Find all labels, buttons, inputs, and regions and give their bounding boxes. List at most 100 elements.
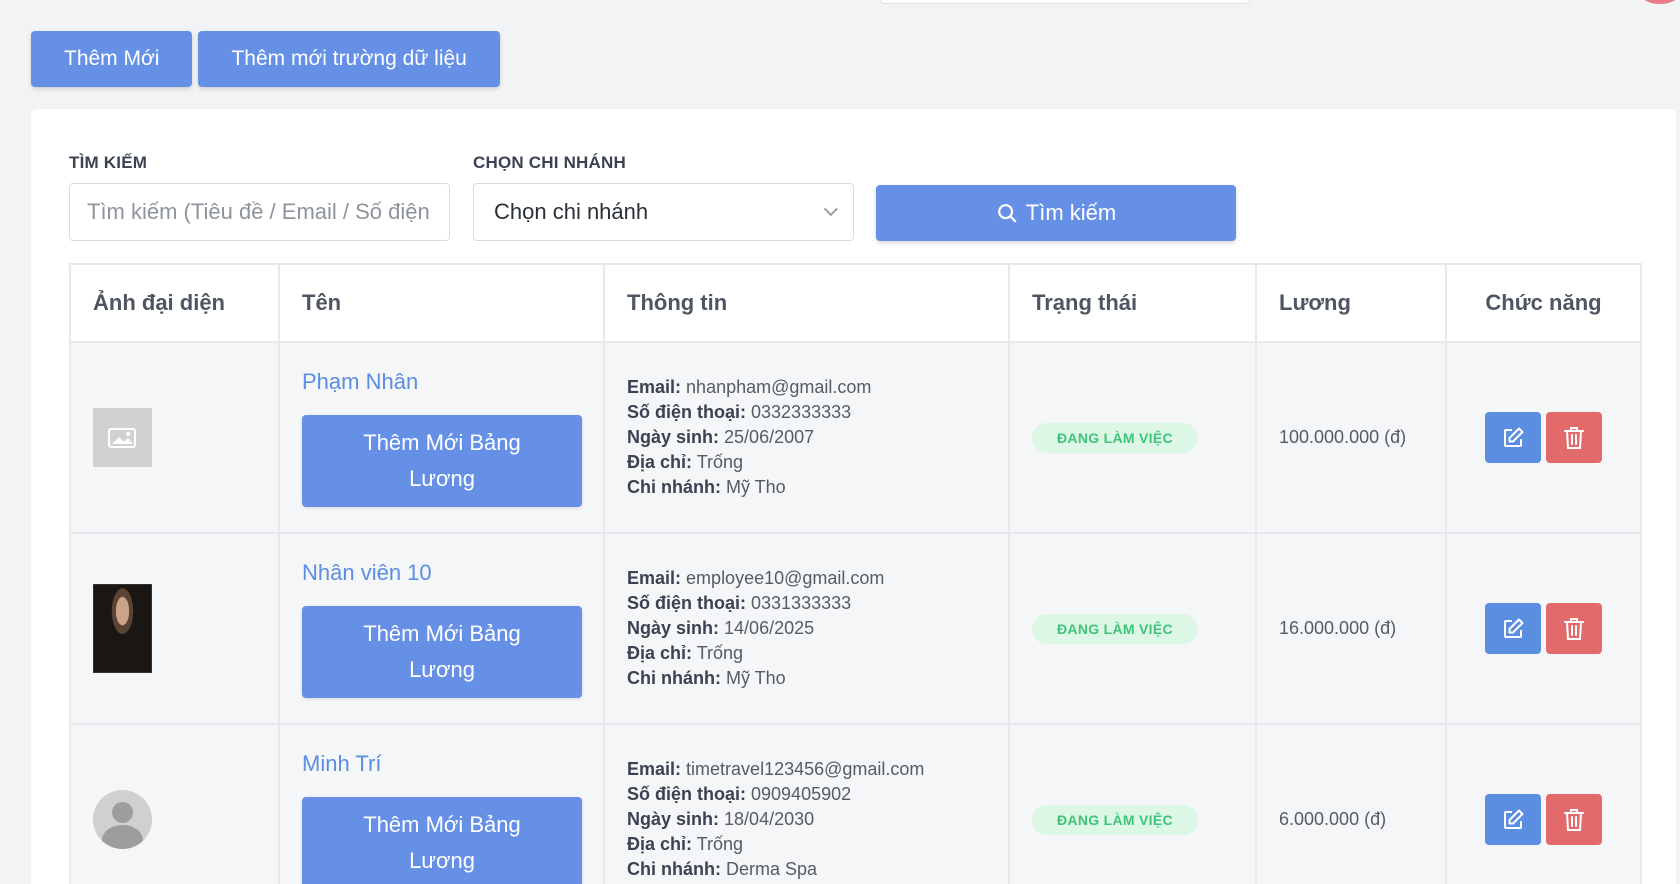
top-search-box[interactable] (880, 0, 1250, 4)
address-value: Trống (696, 452, 744, 472)
edit-button[interactable] (1485, 412, 1541, 463)
info-cell: Email: nhanpham@gmail.com Số điện thoại:… (603, 341, 1010, 534)
status-cell: ĐANG LÀM VIỆC (1008, 532, 1257, 725)
add-salary-button[interactable]: Thêm Mới Bảng Lương (302, 414, 582, 507)
add-field-button[interactable]: Thêm mới trường dữ liệu (198, 31, 500, 87)
name-cell: Phạm Nhân Thêm Mới Bảng Lương (278, 341, 605, 534)
chevron-down-icon (823, 202, 838, 217)
address-label: Địa chỉ: (627, 452, 693, 472)
status-badge: ĐANG LÀM VIỆC (1032, 613, 1198, 644)
delete-button[interactable] (1546, 412, 1602, 463)
search-label: TÌM KIẾM (69, 153, 148, 172)
branch-label: CHỌN CHI NHÁNH (473, 153, 626, 172)
top-actions: Thêm Mới Thêm mới trường dữ liệu (31, 31, 500, 87)
phone-label: Số điện thoại: (627, 593, 746, 613)
phone-value: 0909405902 (751, 784, 852, 804)
edit-icon (1504, 427, 1524, 447)
birthday-value: 25/06/2007 (724, 427, 815, 447)
salary-value: 16.000.000 (đ) (1279, 618, 1397, 638)
name-cell: Minh Trí Thêm Mới Bảng Lương (278, 723, 605, 884)
salary-value: 100.000.000 (đ) (1279, 427, 1407, 447)
search-input[interactable] (69, 183, 450, 241)
salary-cell: 16.000.000 (đ) (1255, 532, 1447, 725)
branch-label: Chi nhánh: (627, 477, 721, 497)
birthday-value: 14/06/2025 (724, 618, 815, 638)
edit-button[interactable] (1485, 794, 1541, 845)
birthday-label: Ngày sinh: (627, 618, 720, 638)
actions-cell (1445, 341, 1642, 534)
branch-label: Chi nhánh: (627, 859, 721, 879)
search-button[interactable]: Tìm kiếm (876, 185, 1236, 241)
birthday-value: 18/04/2030 (724, 809, 815, 829)
add-salary-button[interactable]: Thêm Mới Bảng Lương (302, 796, 582, 884)
phone-label: Số điện thoại: (627, 402, 746, 422)
phone-value: 0331333333 (751, 593, 852, 613)
employee-name-link[interactable]: Phạm Nhân (302, 369, 581, 395)
avatar-cell (69, 341, 280, 534)
user-avatar[interactable] (1640, 0, 1680, 4)
table-row: Minh Trí Thêm Mới Bảng Lương Email: time… (69, 723, 1642, 884)
phone-value: 0332333333 (751, 402, 852, 422)
email-label: Email: (627, 568, 682, 588)
search-button-label: Tìm kiếm (1025, 200, 1117, 225)
header-status: Trạng thái (1008, 263, 1257, 343)
salary-cell: 6.000.000 (đ) (1255, 723, 1447, 884)
header-avatar: Ảnh đại diện (69, 263, 280, 343)
info-cell: Email: employee10@gmail.com Số điện thoạ… (603, 532, 1010, 725)
branch-select[interactable]: Chọn chi nhánh (473, 183, 854, 241)
address-value: Trống (696, 834, 744, 854)
email-value: nhanpham@gmail.com (686, 377, 872, 397)
email-value: timetravel123456@gmail.com (686, 759, 925, 779)
delete-button[interactable] (1546, 794, 1602, 845)
status-cell: ĐANG LÀM VIỆC (1008, 723, 1257, 884)
name-cell: Nhân viên 10 Thêm Mới Bảng Lương (278, 532, 605, 725)
delete-button[interactable] (1546, 603, 1602, 654)
avatar-cell (69, 723, 280, 884)
email-value: employee10@gmail.com (686, 568, 885, 588)
actions-cell (1445, 723, 1642, 884)
avatar-cell (69, 532, 280, 725)
salary-value: 6.000.000 (đ) (1279, 809, 1387, 829)
table-header-row: Ảnh đại diện Tên Thông tin Trạng thái Lư… (69, 263, 1642, 343)
branch-select-value: Chọn chi nhánh (494, 199, 649, 224)
header-name: Tên (278, 263, 605, 343)
image-placeholder-icon (93, 408, 152, 467)
edit-icon (1504, 618, 1524, 638)
status-cell: ĐANG LÀM VIỆC (1008, 341, 1257, 534)
address-label: Địa chỉ: (627, 643, 693, 663)
search-icon (997, 204, 1017, 223)
add-salary-button[interactable]: Thêm Mới Bảng Lương (302, 605, 582, 698)
info-cell: Email: timetravel123456@gmail.com Số điệ… (603, 723, 1010, 884)
branch-label: Chi nhánh: (627, 668, 721, 688)
email-label: Email: (627, 759, 682, 779)
header-salary: Lương (1255, 263, 1447, 343)
employee-photo (93, 584, 152, 673)
image-icon (107, 427, 136, 448)
employee-name-link[interactable]: Minh Trí (302, 751, 581, 777)
address-value: Trống (696, 643, 744, 663)
edit-button[interactable] (1485, 603, 1541, 654)
branch-value: Derma Spa (726, 859, 818, 879)
trash-icon (1564, 617, 1584, 640)
phone-label: Số điện thoại: (627, 784, 746, 804)
actions-cell (1445, 532, 1642, 725)
email-label: Email: (627, 377, 682, 397)
staff-table: Ảnh đại diện Tên Thông tin Trạng thái Lư… (69, 263, 1642, 884)
trash-icon (1564, 808, 1584, 831)
edit-icon (1504, 809, 1524, 829)
salary-cell: 100.000.000 (đ) (1255, 341, 1447, 534)
address-label: Địa chỉ: (627, 834, 693, 854)
staff-card: TÌM KIẾM CHỌN CHI NHÁNH Chọn chi nhánh T… (31, 109, 1676, 884)
status-badge: ĐANG LÀM VIỆC (1032, 422, 1198, 453)
branch-value: Mỹ Tho (726, 477, 786, 497)
header-info: Thông tin (603, 263, 1010, 343)
branch-value: Mỹ Tho (726, 668, 786, 688)
birthday-label: Ngày sinh: (627, 427, 720, 447)
trash-icon (1564, 426, 1584, 449)
employee-name-link[interactable]: Nhân viên 10 (302, 560, 581, 586)
table-row: Phạm Nhân Thêm Mới Bảng Lương Email: nha… (69, 341, 1642, 534)
add-new-button[interactable]: Thêm Mới (31, 31, 193, 87)
status-badge: ĐANG LÀM VIỆC (1032, 804, 1198, 835)
default-user-icon (93, 790, 152, 849)
birthday-label: Ngày sinh: (627, 809, 720, 829)
